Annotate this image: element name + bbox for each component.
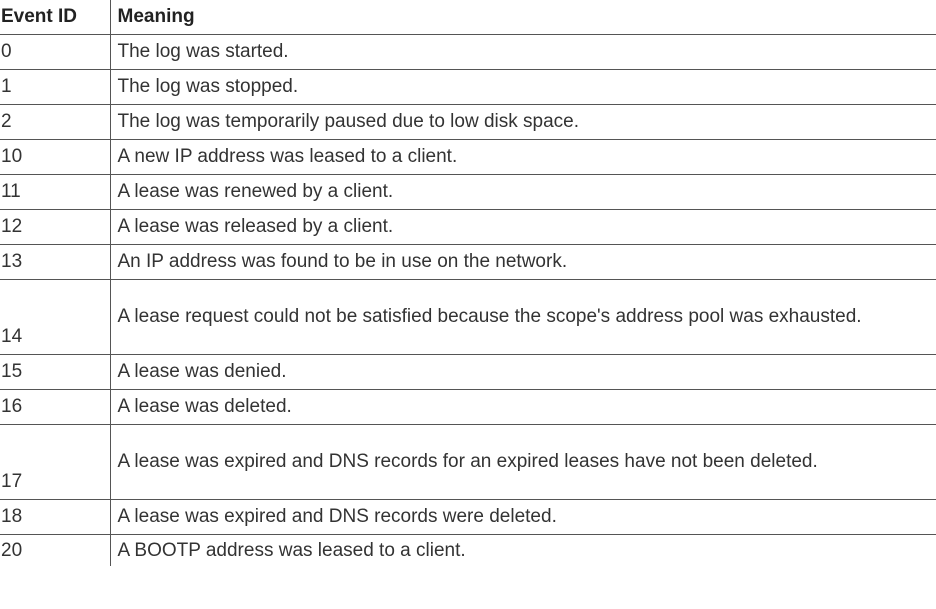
event-id-cell: 16: [0, 389, 110, 425]
meaning-cell: A new IP address was leased to a client.: [109, 139, 936, 175]
meaning-cell: A lease was renewed by a client.: [109, 174, 936, 210]
table-row: 12 A lease was released by a client.: [0, 209, 936, 245]
table-row: 2 The log was temporarily paused due to …: [0, 104, 936, 140]
event-id-cell: 20: [1, 539, 23, 561]
table-row: 18 A lease was expired and DNS records w…: [0, 499, 936, 535]
table-row: 20 A BOOTP address was leased to a clien…: [0, 534, 936, 566]
event-id-cell: 14: [0, 279, 110, 355]
meaning-cell: The log was temporarily paused due to lo…: [109, 104, 936, 140]
column-header-event-id: Event ID: [0, 0, 110, 35]
table-row: 17 A lease was expired and DNS records f…: [0, 424, 936, 500]
event-id-cell: 18: [0, 499, 110, 535]
table-row: 0 The log was started.: [0, 34, 936, 70]
meaning-cell: A lease was denied.: [109, 354, 936, 390]
event-id-cell: 0: [0, 34, 110, 70]
table-row: 15 A lease was denied.: [0, 354, 936, 390]
column-header-meaning: Meaning: [109, 0, 936, 35]
table-row: 16 A lease was deleted.: [0, 389, 936, 425]
table-header-row: Event ID Meaning: [0, 0, 936, 35]
table-row: 13 An IP address was found to be in use …: [0, 244, 936, 280]
event-id-cell: 11: [0, 174, 110, 210]
table-row: 1 The log was stopped.: [0, 69, 936, 105]
event-id-cell: 1: [0, 69, 110, 105]
meaning-cell: A lease was expired and DNS records for …: [109, 424, 936, 500]
event-id-cell: 10: [0, 139, 110, 175]
meaning-cell: An IP address was found to be in use on …: [109, 244, 936, 280]
event-id-table: Event ID Meaning 0 The log was started. …: [0, 0, 936, 566]
event-id-cell: 12: [0, 209, 110, 245]
meaning-cell: The log was stopped.: [109, 69, 936, 105]
meaning-cell: A lease request could not be satisfied b…: [109, 279, 936, 355]
table-row: 11 A lease was renewed by a client.: [0, 174, 936, 210]
meaning-cell: A lease was expired and DNS records were…: [109, 499, 936, 535]
event-id-cell: 2: [0, 104, 110, 140]
table-row: 10 A new IP address was leased to a clie…: [0, 139, 936, 175]
meaning-cell: A lease was released by a client.: [109, 209, 936, 245]
event-id-cell: 15: [0, 354, 110, 390]
meaning-cell: The log was started.: [109, 34, 936, 70]
event-id-cell: 17: [0, 424, 110, 500]
table-row: 14 A lease request could not be satisfie…: [0, 279, 936, 355]
meaning-cell: A lease was deleted.: [109, 389, 936, 425]
event-id-cell: 13: [0, 244, 110, 280]
meaning-cell: A BOOTP address was leased to a client.: [109, 534, 936, 566]
